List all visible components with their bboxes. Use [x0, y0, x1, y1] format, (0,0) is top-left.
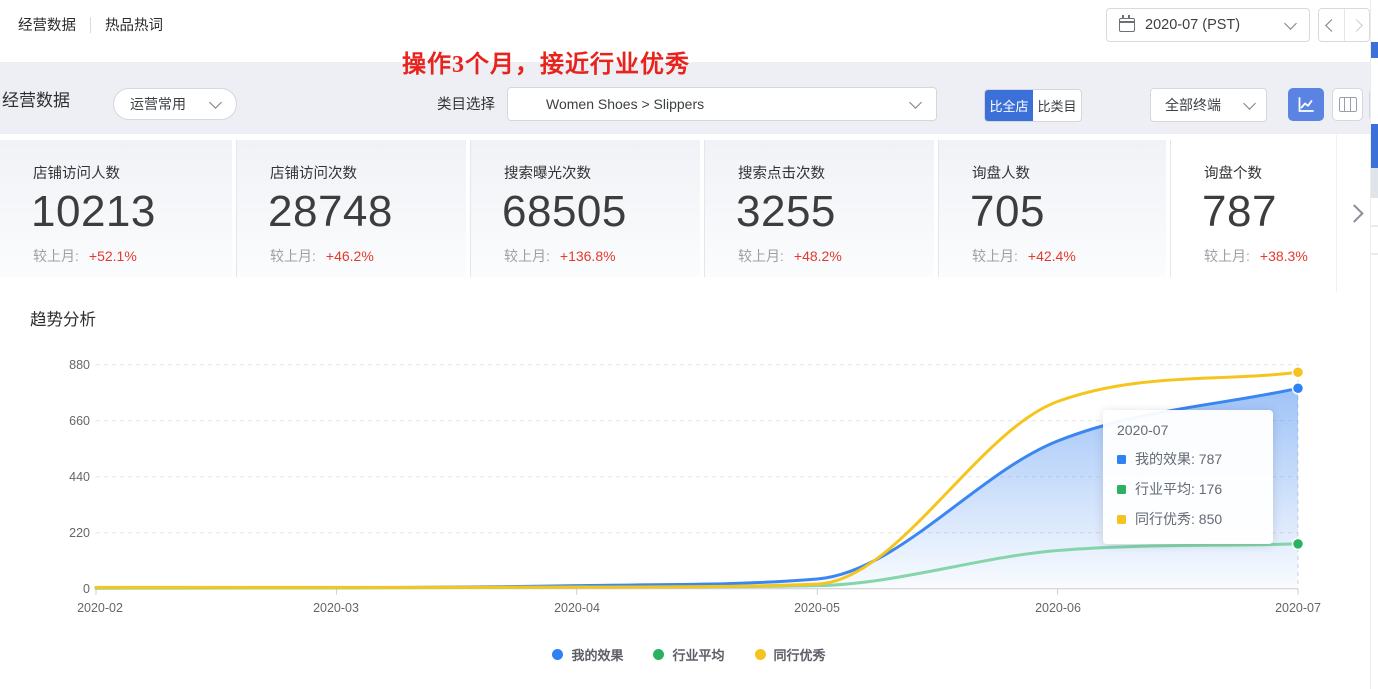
annotation-text: 操作3个月，接近行业优秀: [402, 44, 690, 79]
svg-text:2020-02: 2020-02: [77, 601, 123, 615]
scrollbar-track-mark: [1371, 225, 1378, 227]
endpoint-dot-my-performance: [1293, 383, 1304, 394]
legend-item-industry-best[interactable]: 同行优秀: [755, 645, 826, 664]
svg-text:440: 440: [69, 470, 90, 484]
scrollbar-thumb[interactable]: [1371, 42, 1378, 58]
y-axis-labels: 880 660 440 220 0: [69, 358, 90, 596]
legend-label: 行业平均: [672, 645, 724, 664]
svg-text:220: 220: [69, 526, 90, 540]
series-marker: [1117, 455, 1126, 464]
legend-dot: [755, 649, 766, 660]
series-marker: [1117, 485, 1126, 494]
x-axis-labels: 2020-02 2020-03 2020-04 2020-05 2020-06 …: [77, 601, 1321, 615]
svg-text:0: 0: [83, 582, 90, 596]
tooltip-row: 我的效果: 787: [1117, 444, 1259, 474]
endpoint-dot-industry-average: [1293, 538, 1304, 549]
svg-text:2020-04: 2020-04: [554, 601, 600, 615]
tooltip-row-text: 同行优秀: 850: [1135, 509, 1222, 529]
svg-text:2020-06: 2020-06: [1035, 601, 1081, 615]
svg-text:2020-03: 2020-03: [313, 601, 359, 615]
svg-text:2020-07: 2020-07: [1275, 601, 1321, 615]
chart-legend: 我的效果 行业平均 同行优秀: [0, 645, 1378, 664]
tooltip-row: 同行优秀: 850: [1117, 504, 1259, 534]
legend-item-industry-average[interactable]: 行业平均: [653, 645, 724, 664]
tooltip-row-text: 我的效果: 787: [1135, 449, 1222, 469]
trend-chart[interactable]: 880 660 440 220 0 2020-02 2020-03 2020-0…: [0, 0, 1378, 689]
legend-item-my-performance[interactable]: 我的效果: [552, 645, 623, 664]
legend-label: 我的效果: [571, 645, 623, 664]
endpoint-dot-industry-best: [1293, 367, 1304, 378]
legend-dot: [653, 649, 664, 660]
svg-text:880: 880: [69, 358, 90, 372]
tooltip-title: 2020-07: [1117, 422, 1259, 438]
legend-label: 同行优秀: [774, 645, 826, 664]
dashboard: 经营数据 热品热词 2020-07 (PST) 操作3个月，接近行业优秀 经营数…: [0, 0, 1378, 689]
legend-dot: [552, 649, 563, 660]
page-scrollbar[interactable]: [1370, 0, 1378, 689]
svg-text:2020-05: 2020-05: [794, 601, 840, 615]
svg-text:660: 660: [69, 414, 90, 428]
scrollbar-track-mark: [1371, 253, 1378, 255]
chart-tooltip: 2020-07 我的效果: 787 行业平均: 176 同行优秀: 850: [1103, 410, 1273, 544]
x-axis-ticks: [96, 589, 1298, 595]
scrollbar-track-segment: [1371, 168, 1378, 198]
tooltip-row: 行业平均: 176: [1117, 474, 1259, 504]
series-marker: [1117, 515, 1126, 524]
tooltip-row-text: 行业平均: 176: [1135, 479, 1222, 499]
scrollbar-thumb[interactable]: [1371, 124, 1378, 168]
